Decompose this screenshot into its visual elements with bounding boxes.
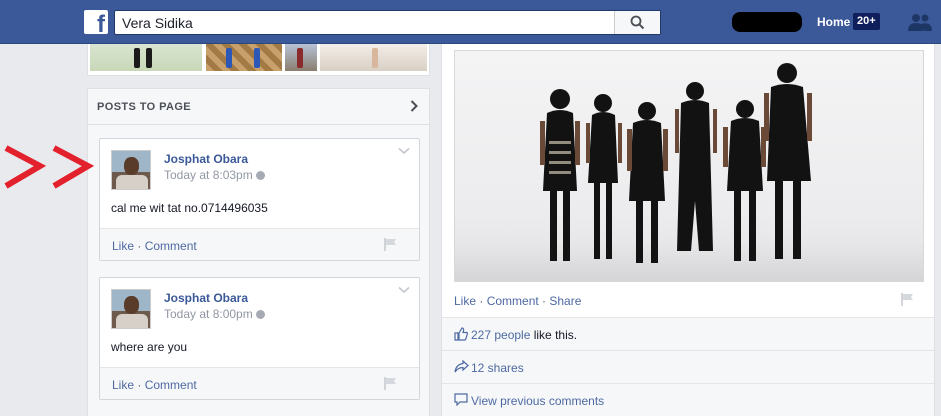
photo-action-links: Like · Comment · Share: [454, 294, 581, 308]
photo-thumbnail[interactable]: [206, 44, 282, 71]
report-flag-icon[interactable]: [901, 293, 914, 306]
post-action-links: Like · Comment: [112, 378, 197, 392]
panel-title: POSTS TO PAGE: [97, 101, 192, 113]
photo-thumbnail[interactable]: [285, 44, 317, 71]
globe-icon: [255, 171, 265, 180]
view-previous-comments-row: View previous comments: [442, 383, 934, 416]
likers-link[interactable]: 227 people: [471, 328, 530, 342]
photo-thumbnail[interactable]: [320, 44, 427, 71]
like-link[interactable]: Like: [112, 239, 134, 253]
search-button[interactable]: [614, 11, 660, 34]
top-navigation-bar: f Vera Sidika Home 20+: [0, 0, 941, 44]
view-previous-comments-link[interactable]: View previous comments: [471, 394, 604, 408]
post-actions-bar: Like · Comment: [100, 367, 419, 399]
like-link[interactable]: Like: [112, 378, 134, 392]
red-double-arrow-annotation: [4, 145, 95, 189]
chevron-right-icon[interactable]: [410, 100, 418, 112]
posts-to-page-panel: POSTS TO PAGE Josphat Obara Today at 8:0…: [87, 88, 430, 416]
author-avatar[interactable]: [111, 150, 151, 190]
home-link[interactable]: Home: [817, 15, 850, 29]
redacted-profile-name: [732, 12, 802, 32]
separator: ·: [134, 239, 145, 253]
separator: ·: [476, 294, 487, 308]
post-action-links: Like · Comment: [112, 239, 197, 253]
group-photo[interactable]: [454, 50, 924, 282]
facebook-logo-icon[interactable]: f: [84, 10, 108, 38]
search-icon: [630, 15, 645, 30]
comment-link[interactable]: Comment: [487, 294, 539, 308]
post-message: cal me wit tat no.0714496035: [111, 201, 268, 215]
notification-count-badge: 20+: [853, 13, 880, 30]
likes-summary-row: 227 people like this.: [442, 317, 934, 350]
separator: ·: [134, 378, 145, 392]
globe-icon: [255, 310, 265, 319]
post-timestamp[interactable]: Today at 8:03pm: [164, 168, 265, 182]
shares-link[interactable]: 12 shares: [471, 361, 524, 375]
timestamp-text[interactable]: Today at 8:03pm: [164, 168, 253, 182]
likes-suffix: like this.: [530, 328, 578, 342]
logo-letter: f: [97, 11, 105, 38]
chevron-down-icon[interactable]: [398, 286, 410, 294]
timestamp-text[interactable]: Today at 8:00pm: [164, 307, 253, 321]
search-box[interactable]: Vera Sidika: [114, 10, 661, 35]
photo-thumbnail[interactable]: [90, 44, 202, 71]
comment-link[interactable]: Comment: [145, 239, 197, 253]
panel-header[interactable]: POSTS TO PAGE: [88, 89, 429, 125]
post-timestamp[interactable]: Today at 8:00pm: [164, 307, 265, 321]
photo-post-card: Like · Comment · Share 227 people like t…: [441, 44, 935, 416]
report-flag-icon[interactable]: [384, 377, 397, 390]
like-link[interactable]: Like: [454, 294, 476, 308]
shares-row: 12 shares: [442, 350, 934, 383]
chevron-down-icon[interactable]: [398, 147, 410, 155]
photo-strip: [87, 44, 430, 76]
friend-requests-icon[interactable]: [908, 13, 932, 31]
search-input[interactable]: Vera Sidika: [122, 15, 193, 31]
post-actions-bar: Like · Comment: [100, 228, 419, 260]
visitor-post: Josphat Obara Today at 8:00pm where are …: [99, 277, 420, 400]
post-author-link[interactable]: Josphat Obara: [164, 152, 248, 166]
comment-bubble-icon: [454, 393, 468, 406]
comment-link[interactable]: Comment: [145, 378, 197, 392]
share-link[interactable]: Share: [549, 294, 581, 308]
thumbs-up-icon: [454, 327, 468, 341]
separator: ·: [538, 294, 550, 308]
share-arrow-icon: [454, 360, 469, 373]
view-previous-text[interactable]: View previous comments: [471, 394, 604, 408]
post-message: where are you: [111, 340, 188, 354]
post-author-link[interactable]: Josphat Obara: [164, 291, 248, 305]
author-avatar[interactable]: [111, 289, 151, 329]
shares-count[interactable]: 12 shares: [471, 361, 524, 375]
visitor-post: Josphat Obara Today at 8:03pm cal me wit…: [99, 138, 420, 261]
likes-summary: 227 people like this.: [471, 328, 577, 342]
report-flag-icon[interactable]: [384, 238, 397, 251]
